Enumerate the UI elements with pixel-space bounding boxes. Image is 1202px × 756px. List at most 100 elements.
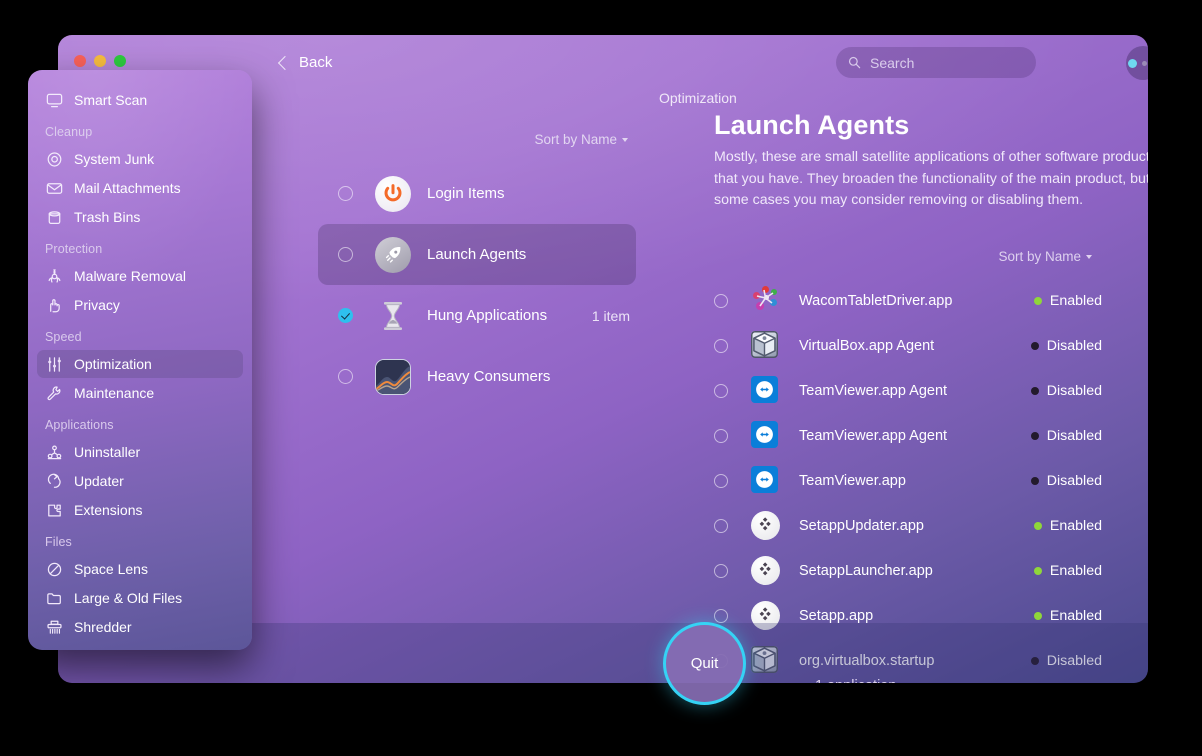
large-old-files-icon — [45, 589, 64, 608]
sidebar-item-mail-attachments[interactable]: Mail Attachments — [37, 174, 243, 202]
sidebar-group-label: Applications — [45, 418, 114, 432]
wacom-icon — [751, 286, 780, 315]
status-label: Disabled — [1046, 337, 1102, 354]
mail-attachments-icon — [45, 179, 64, 198]
scan-modules-list: Login Items Launch Agents Hung Application… — [278, 163, 658, 407]
sidebar-group-label: Speed — [45, 330, 82, 344]
sidebar-item-label: Updater — [74, 473, 124, 489]
sidebar-item-uninstaller[interactable]: Uninstaller — [37, 438, 243, 466]
search-input[interactable]: Search — [836, 47, 1036, 78]
quit-button-label: Quit — [690, 655, 719, 672]
launch-agent-name: SetappUpdater.app — [799, 517, 924, 534]
setapp-icon — [751, 556, 780, 585]
launch-agent-row[interactable]: TeamViewer.app Agent Disabled — [714, 368, 1110, 413]
updater-icon — [45, 472, 64, 491]
middle-sort-control[interactable]: Sort by Name — [534, 132, 628, 147]
space-lens-icon — [45, 560, 64, 579]
minimize-window-button[interactable] — [94, 55, 106, 67]
status-dot-disabled — [1030, 431, 1039, 440]
status-badge: Disabled — [1030, 472, 1110, 489]
status-label: Enabled — [1049, 292, 1102, 309]
malware-removal-icon — [45, 267, 64, 286]
traffic-lights — [74, 55, 126, 67]
sidebar-item-extensions[interactable]: Extensions — [37, 496, 243, 524]
sidebar-item-space-lens[interactable]: Space Lens — [37, 555, 243, 583]
sidebar-item-smart-scan[interactable]: Smart Scan — [37, 86, 243, 114]
teamviewer-icon — [751, 421, 780, 450]
checkbox-unchecked[interactable] — [714, 518, 728, 533]
sidebar-item-optimization[interactable]: Optimization — [37, 350, 243, 378]
sidebar-item-trash-bins[interactable]: Trash Bins — [37, 203, 243, 231]
scan-module-row[interactable]: Launch Agents — [318, 224, 636, 285]
scan-module-count: 1 item — [591, 307, 630, 324]
status-label: Disabled — [1046, 382, 1102, 399]
checkbox-unchecked[interactable] — [338, 186, 353, 201]
sidebar-item-label: Shredder — [74, 619, 132, 635]
scan-module-row[interactable]: Heavy Consumers — [318, 346, 636, 407]
scan-module-row[interactable]: Hung Applications 1 item — [318, 285, 636, 346]
sidebar-item-label: Malware Removal — [74, 268, 187, 284]
checkbox-unchecked[interactable] — [714, 338, 728, 353]
launch-agent-name: SetappLauncher.app — [799, 562, 933, 579]
checkbox-unchecked[interactable] — [338, 369, 353, 384]
status-badge: Enabled — [1033, 518, 1110, 534]
checkbox-unchecked[interactable] — [714, 428, 728, 443]
checkbox-unchecked[interactable] — [714, 383, 728, 398]
middle-sort-label: Sort by Name — [534, 132, 617, 147]
status-dot-disabled — [1030, 386, 1039, 395]
checkbox-unchecked[interactable] — [714, 293, 728, 308]
launch-agent-row[interactable]: TeamViewer.app Disabled — [714, 458, 1110, 503]
zoom-window-button[interactable] — [114, 55, 126, 67]
checkbox-checked[interactable] — [338, 308, 353, 323]
teamviewer-icon — [751, 466, 780, 495]
sidebar-item-label: Optimization — [74, 356, 152, 372]
status-label: Disabled — [1046, 427, 1102, 444]
sidebar-item-shredder[interactable]: Shredder — [37, 613, 243, 641]
launch-agent-name: TeamViewer.app Agent — [799, 382, 948, 399]
quit-button[interactable]: Quit — [663, 622, 746, 705]
extensions-icon — [45, 501, 64, 520]
back-button-label: Back — [299, 54, 333, 71]
hourglass-icon — [375, 298, 411, 334]
scan-module-row[interactable]: Login Items — [318, 163, 636, 224]
uninstaller-icon — [45, 443, 64, 462]
status-badge: Enabled — [1033, 563, 1110, 579]
launch-agent-row[interactable]: SetappLauncher.app Enabled — [714, 548, 1110, 593]
sidebar-item-updater[interactable]: Updater — [37, 467, 243, 495]
checkbox-unchecked[interactable] — [714, 608, 728, 623]
checkbox-unchecked[interactable] — [714, 563, 728, 578]
launch-agent-row[interactable]: SetappUpdater.app Enabled — [714, 503, 1110, 548]
chevron-left-icon — [277, 55, 293, 70]
teamviewer-icon — [751, 376, 780, 405]
launch-agent-row[interactable]: TeamViewer.app Agent Disabled — [714, 413, 1110, 458]
launch-agent-name: TeamViewer.app Agent — [799, 427, 948, 444]
sidebar-item-label: Trash Bins — [74, 209, 141, 225]
sidebar-item-maintenance[interactable]: Maintenance — [37, 379, 243, 407]
back-button[interactable]: Back — [274, 49, 338, 76]
sidebar-item-label: Privacy — [74, 297, 120, 313]
status-badge: Disabled — [1030, 337, 1110, 354]
detail-sort-control[interactable]: Sort by Name — [998, 249, 1092, 264]
account-status-icon[interactable] — [1126, 46, 1148, 80]
launch-agent-row[interactable]: VirtualBox.app Agent Disabled — [714, 323, 1110, 368]
chart-icon — [375, 358, 411, 395]
status-dot-enabled — [1033, 611, 1042, 620]
screen: Back Search Optimization Sort by Name Lo… — [0, 0, 1202, 756]
scan-module-label: Heavy Consumers — [427, 368, 551, 385]
sidebar-item-label: System Junk — [74, 151, 155, 167]
close-window-button[interactable] — [74, 55, 86, 67]
launch-agent-name: VirtualBox.app Agent — [799, 337, 935, 354]
sidebar-item-large-old-files[interactable]: Large & Old Files — [37, 584, 243, 612]
status-dot-enabled — [1033, 521, 1042, 530]
sidebar-item-system-junk[interactable]: System Junk — [37, 145, 243, 173]
page-description: Mostly, these are small satellite applic… — [714, 149, 1148, 208]
launch-agent-row[interactable]: WacomTabletDriver.app Enabled — [714, 278, 1110, 323]
maintenance-icon — [45, 384, 64, 403]
checkbox-unchecked[interactable] — [338, 247, 353, 262]
launch-agent-name: TeamViewer.app — [799, 472, 906, 489]
sidebar-item-privacy[interactable]: Privacy — [37, 291, 243, 319]
checkbox-unchecked[interactable] — [714, 473, 728, 488]
sidebar-item-malware-removal[interactable]: Malware Removal — [37, 262, 243, 290]
status-label: Disabled — [1046, 472, 1102, 489]
chevron-down-icon — [622, 138, 628, 143]
